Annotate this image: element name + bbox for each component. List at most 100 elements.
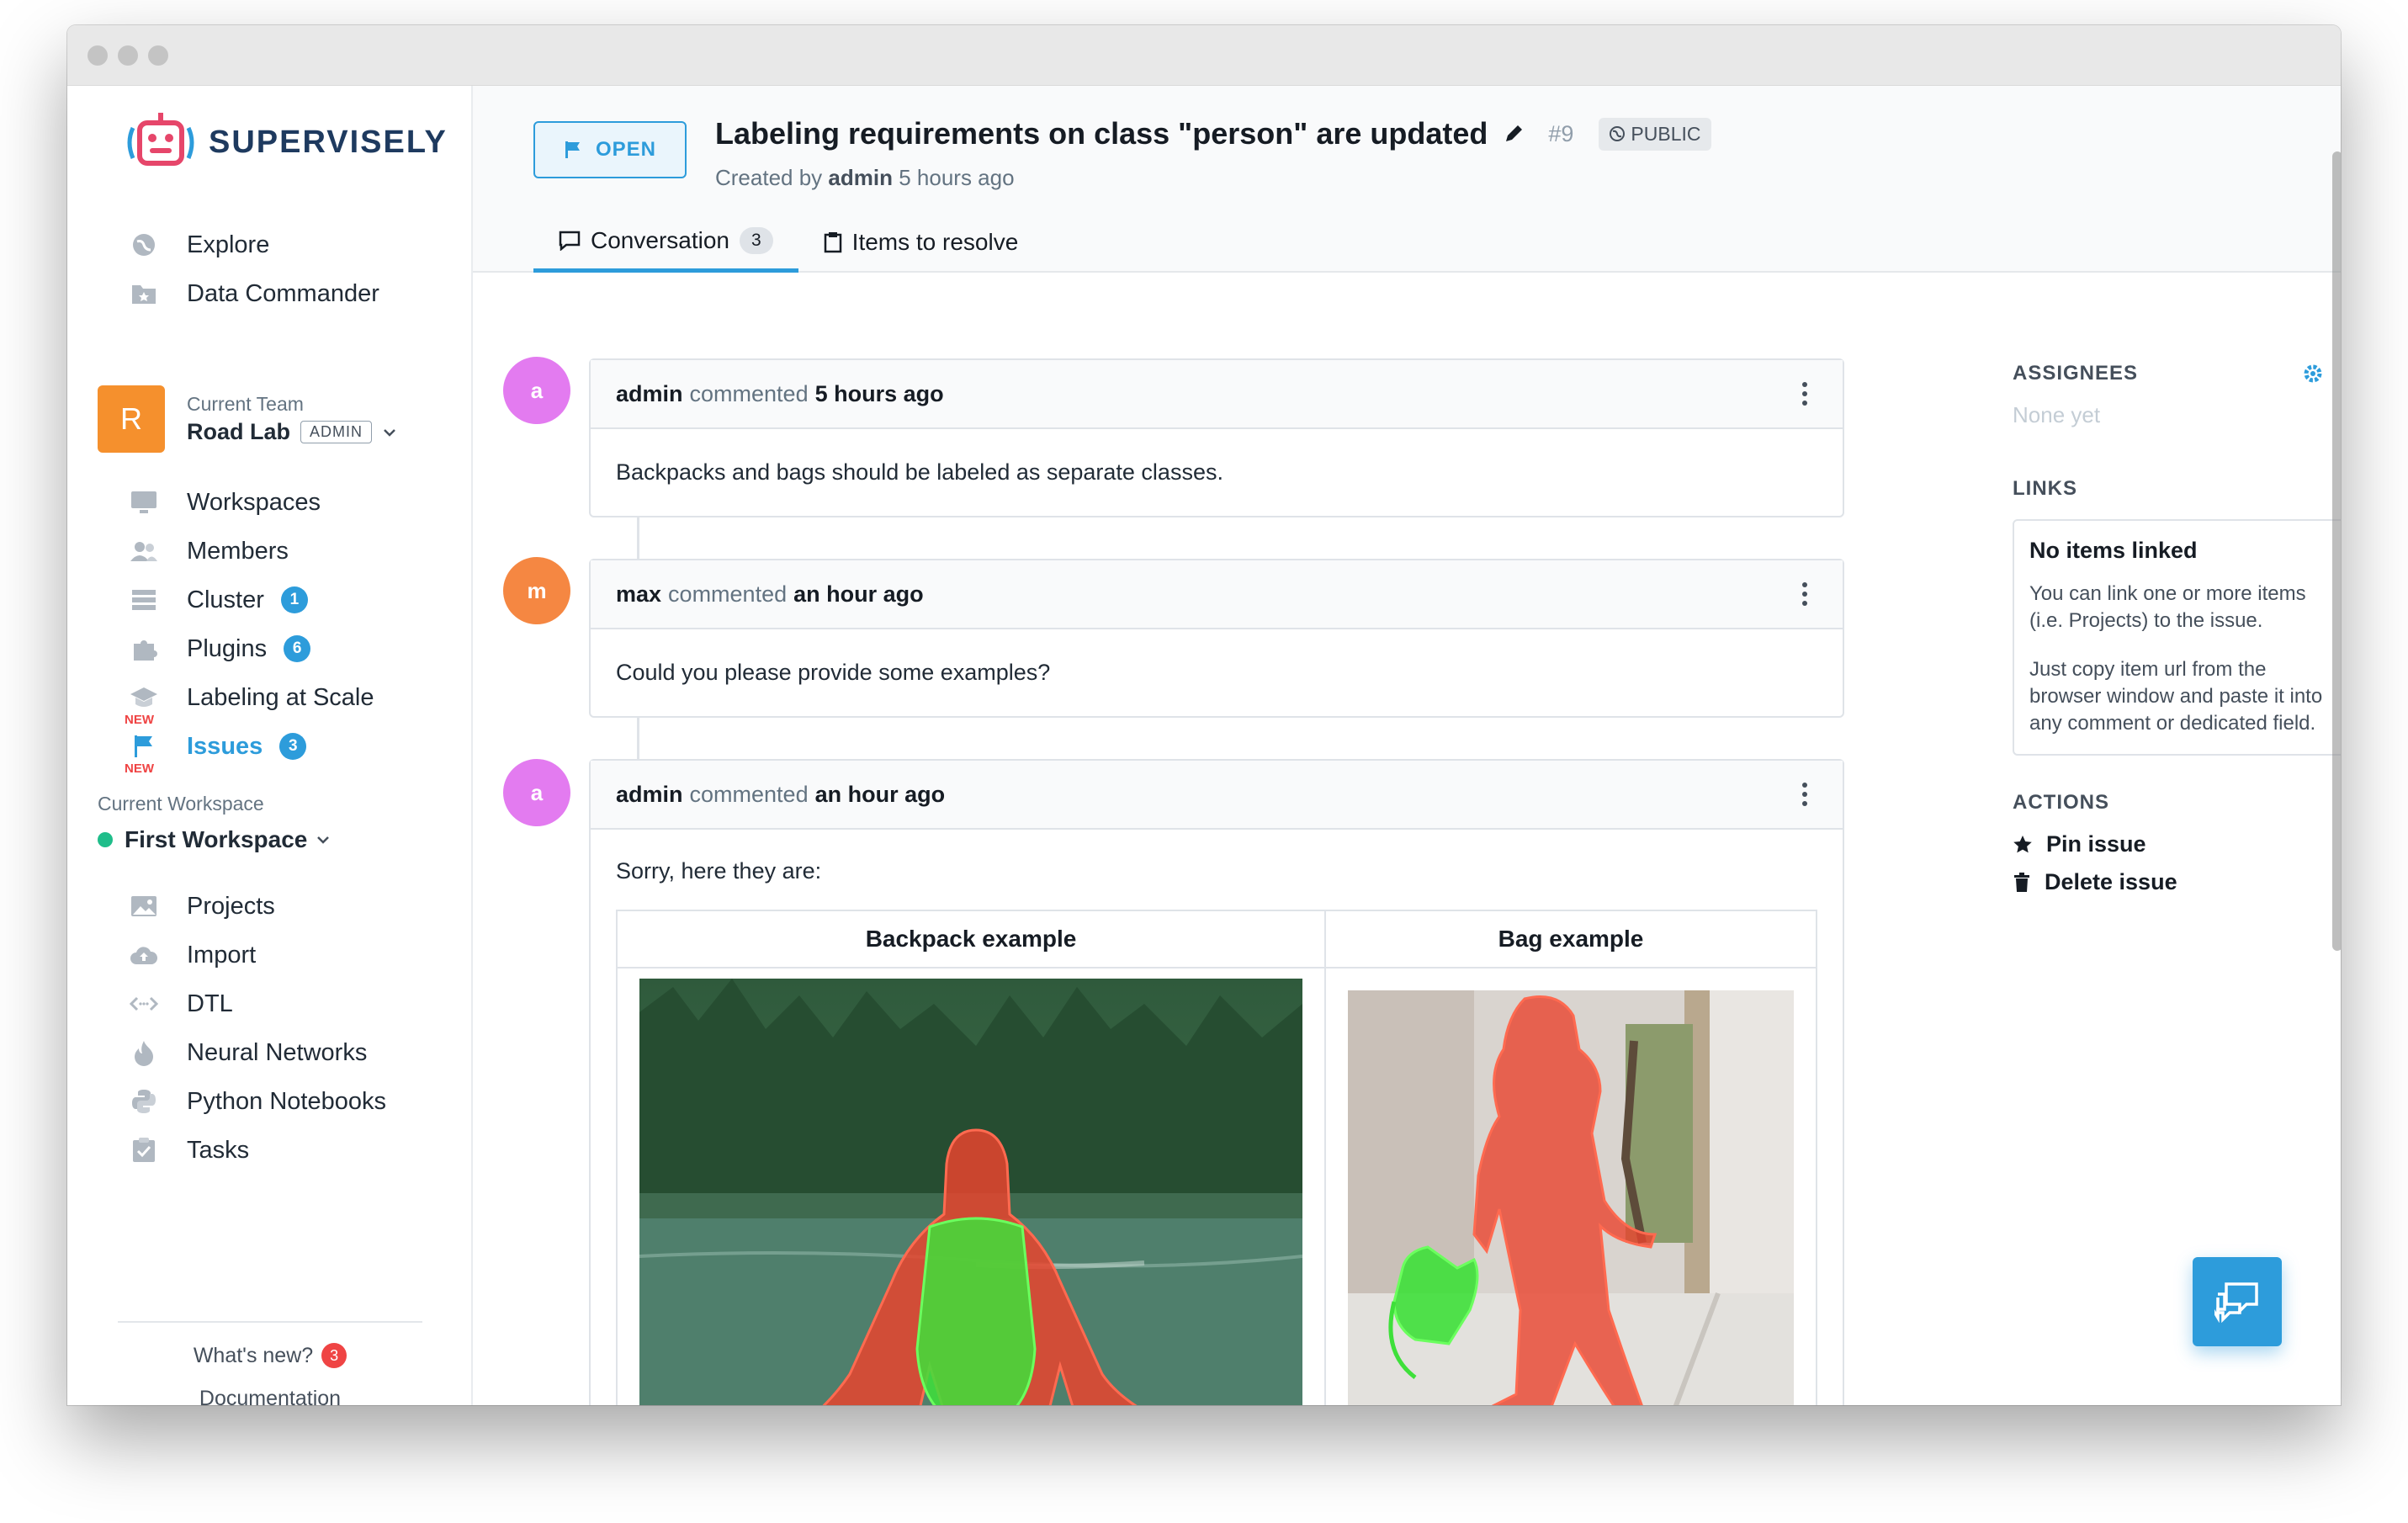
logo-text: SUPERVISELY (209, 124, 448, 160)
server-icon (126, 582, 162, 618)
nav-label: Cluster (187, 586, 264, 613)
more-vertical-icon[interactable] (1801, 382, 1809, 406)
chat-support-button[interactable] (2193, 1257, 2282, 1346)
nav-import[interactable]: Import (126, 934, 256, 976)
nav-data-commander[interactable]: Data Commander (126, 273, 379, 315)
links-help-text: Just copy item url from the browser wind… (2029, 658, 2323, 735)
comment-card: max commented an hour ago Could you plea… (589, 559, 1844, 718)
links-help-text: You can link one or more items (i.e. Pro… (2029, 582, 2306, 632)
created-prefix: Created by (715, 165, 823, 190)
bag-example-image[interactable] (1348, 990, 1794, 1405)
issue-status-button[interactable]: OPEN (533, 121, 687, 178)
tab-conversation[interactable]: Conversation 3 (533, 212, 798, 273)
nav-label: Python Notebooks (187, 1087, 386, 1115)
title-bar (67, 25, 2341, 86)
chevron-down-icon (384, 428, 395, 437)
thread-connector (637, 515, 639, 562)
nav-label: Plugins (187, 634, 268, 662)
nav-members[interactable]: Members (126, 530, 289, 572)
example-title: Bag example (1326, 911, 1816, 968)
nav-explore[interactable]: Explore (126, 224, 269, 266)
comment-verb: commented (668, 581, 788, 607)
issue-author[interactable]: admin (828, 165, 893, 190)
comment-card: admin commented 5 hours ago Backpacks an… (589, 358, 1844, 517)
nav-labeling-at-scale[interactable]: NEW Labeling at Scale (125, 677, 374, 728)
team-avatar: R (98, 385, 165, 453)
count-badge: 6 (284, 635, 311, 662)
nav-label: Members (187, 537, 289, 565)
nav-label: DTL (187, 990, 233, 1017)
workspace-caption: Current Workspace (98, 793, 264, 815)
nav-python-notebooks[interactable]: Python Notebooks (126, 1080, 386, 1122)
new-tag: NEW (125, 762, 154, 776)
current-team-selector[interactable]: R Current Team Road Lab ADMIN (98, 385, 399, 453)
backpack-example-image[interactable] (639, 979, 1303, 1405)
scrollbar[interactable] (2332, 151, 2341, 951)
nav-tasks[interactable]: Tasks (126, 1129, 249, 1171)
nav-cluster[interactable]: Cluster 1 (126, 579, 308, 621)
comment-author[interactable]: admin (616, 381, 683, 407)
minimize-window-dot[interactable] (118, 45, 138, 66)
images-icon (126, 889, 162, 924)
comment-author[interactable]: max (616, 581, 661, 608)
count-badge: 3 (279, 733, 307, 760)
avatar[interactable]: a (503, 357, 570, 424)
pin-issue-button[interactable]: Pin issue (2013, 831, 2341, 857)
comment-author[interactable]: admin (616, 782, 683, 808)
thread-connector (637, 715, 639, 762)
nav-issues[interactable]: NEW Issues 3 (125, 725, 307, 776)
nav-workspaces[interactable]: Workspaces (126, 481, 321, 523)
visibility-label: PUBLIC (1631, 122, 1701, 145)
cloud-upload-icon (126, 937, 162, 973)
issue-header: OPEN Labeling requirements on class "per… (473, 86, 2341, 273)
links-box: No items linked You can link one or more… (2013, 519, 2341, 756)
nav-label: Neural Networks (187, 1038, 368, 1066)
comment-card: admin commented an hour ago Sorry, here … (589, 759, 1844, 1405)
browser-window: SUPERVISELY Explore Data Commander R Cur… (67, 25, 2341, 1405)
more-vertical-icon[interactable] (1801, 582, 1809, 606)
nav-neural-networks[interactable]: Neural Networks (126, 1032, 367, 1074)
comment-verb: commented (689, 380, 809, 406)
clipboard-icon (824, 232, 841, 253)
gear-icon[interactable] (2302, 363, 2324, 385)
avatar[interactable]: a (503, 759, 570, 826)
example-title: Backpack example (618, 911, 1324, 968)
app-logo[interactable]: SUPERVISELY (125, 111, 448, 173)
whats-new-link[interactable]: What's new? 3 (118, 1343, 422, 1368)
current-workspace-selector[interactable]: First Workspace (98, 826, 332, 853)
assignees-title: ASSIGNEES (2013, 362, 2139, 385)
more-vertical-icon[interactable] (1801, 783, 1809, 806)
documentation-link[interactable]: Documentation (118, 1387, 422, 1405)
avatar[interactable]: m (503, 557, 570, 624)
issue-title: Labeling requirements on class "person" … (715, 116, 1488, 151)
count-badge: 1 (280, 586, 308, 613)
delete-issue-label: Delete issue (2045, 869, 2177, 894)
checklist-icon (126, 1133, 162, 1168)
robot-logo-icon (127, 113, 194, 166)
puzzle-icon (126, 631, 162, 666)
star-icon (2013, 835, 2032, 852)
maximize-window-dot[interactable] (148, 45, 168, 66)
assignees-value: None yet (2013, 402, 2101, 427)
example-column: Backpack example (618, 911, 1326, 1405)
issue-status-label: OPEN (595, 138, 656, 161)
team-role-badge: ADMIN (300, 421, 373, 443)
visibility-badge: PUBLIC (1599, 117, 1711, 151)
comment-header: admin commented an hour ago (591, 761, 1843, 830)
nav-projects[interactable]: Projects (126, 885, 275, 927)
close-window-dot[interactable] (88, 45, 108, 66)
whats-new-count: 3 (321, 1343, 347, 1368)
delete-issue-button[interactable]: Delete issue (2013, 869, 2341, 895)
nav-dtl[interactable]: DTL (126, 983, 233, 1025)
nav-label: Data Commander (187, 279, 379, 307)
workspace-name: First Workspace (125, 826, 308, 852)
comment-time: an hour ago (793, 581, 924, 607)
actions-title: ACTIONS (2013, 791, 2109, 814)
pencil-icon[interactable] (1503, 123, 1525, 145)
nav-plugins[interactable]: Plugins 6 (126, 628, 311, 670)
tab-items-to-resolve[interactable]: Items to resolve (798, 212, 1044, 273)
created-ago: 5 hours ago (899, 165, 1015, 190)
issue-tabs: Conversation 3 Items to resolve (533, 212, 1043, 273)
people-icon (126, 533, 162, 569)
comment-verb: commented (689, 781, 809, 807)
